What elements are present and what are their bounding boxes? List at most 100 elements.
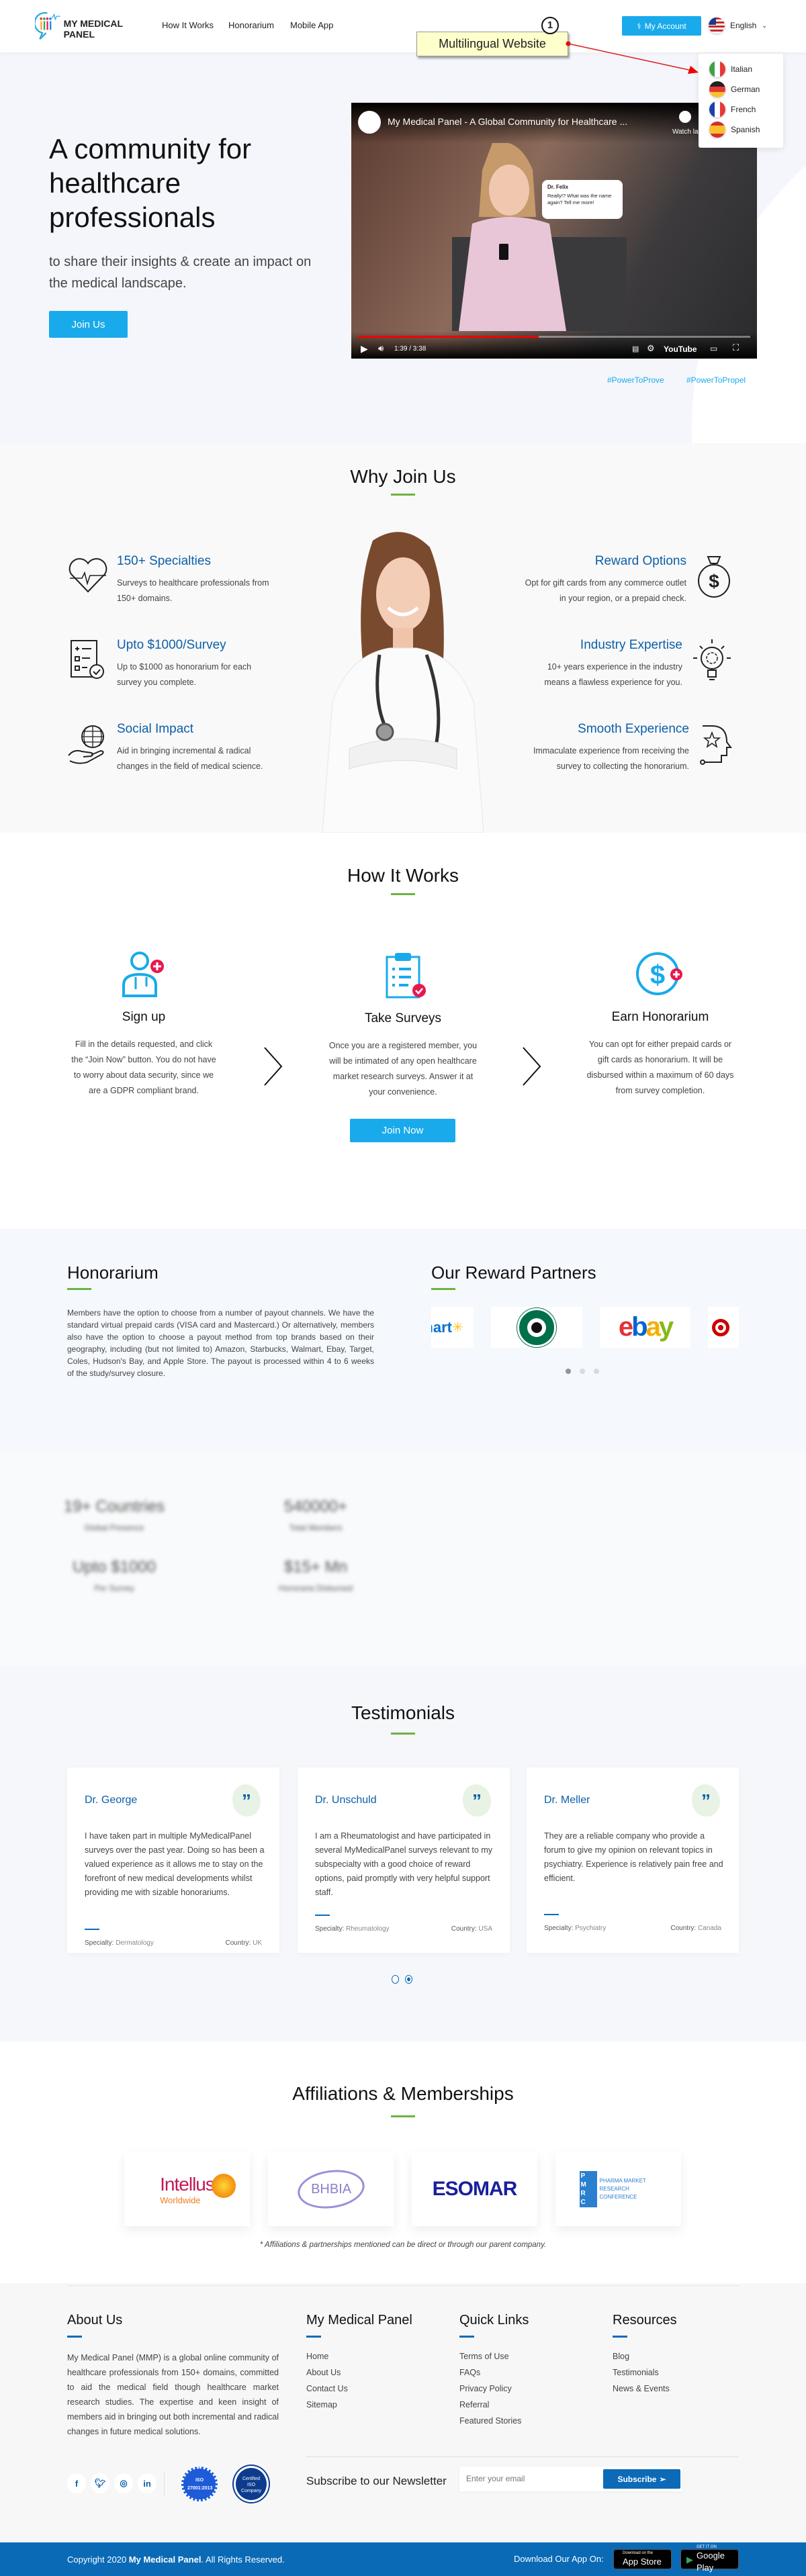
honorarium-title: Honorarium bbox=[67, 1262, 159, 1283]
channel-avatar[interactable] bbox=[358, 111, 381, 134]
step-earn-honorarium: $ Earn Honorarium You can opt for either… bbox=[583, 950, 737, 1099]
subtitles-icon[interactable]: ▤ bbox=[632, 344, 639, 353]
footer-column-title: Quick Links bbox=[459, 2313, 529, 2328]
footer-link[interactable]: Sitemap bbox=[306, 2400, 348, 2416]
settings-icon[interactable]: ⚙ bbox=[647, 343, 655, 354]
stethoscope-icon: ⚕ bbox=[637, 21, 641, 31]
target-logo bbox=[712, 1318, 729, 1336]
footer-link[interactable]: Privacy Policy bbox=[459, 2384, 521, 2400]
logo[interactable]: MY MEDICAL PANEL bbox=[35, 9, 149, 42]
title-underline bbox=[391, 494, 415, 496]
nav-honorarium[interactable]: Honorarium bbox=[228, 20, 274, 30]
affiliation-pmrc[interactable]: PMRC PHARMA MARKET RESEARCH CONFERENCE bbox=[555, 2152, 681, 2226]
footer-link[interactable]: Blog bbox=[613, 2352, 670, 2368]
footer-link[interactable]: Referral bbox=[459, 2400, 521, 2416]
affiliations-note: * Affiliations & partnerships mentioned … bbox=[259, 2241, 547, 2249]
footer-about-title: About Us bbox=[67, 2313, 123, 2328]
stat-honoraria: $15+ Mn Honoraria Disbursed bbox=[249, 1558, 383, 1593]
volume-icon[interactable]: 🔊︎ bbox=[378, 343, 384, 354]
copyright: Copyright 2020 My Medical Panel. All Rig… bbox=[67, 2555, 285, 2565]
social-facebook[interactable]: f bbox=[67, 2473, 86, 2493]
spain-flag-icon bbox=[709, 122, 725, 138]
carousel-dot[interactable] bbox=[594, 1369, 599, 1374]
footer-link-list: Blog Testimonials News & Events bbox=[613, 2352, 670, 2400]
video-player[interactable]: My Medical Panel - A Global Community fo… bbox=[351, 103, 757, 359]
video-title[interactable]: My Medical Panel - A Global Community fo… bbox=[388, 116, 627, 127]
cast-icon[interactable]: ▭ bbox=[710, 344, 717, 353]
footer-link[interactable]: Featured Stories bbox=[459, 2416, 521, 2432]
language-option-german[interactable]: German bbox=[699, 79, 783, 99]
stat-value: Upto $1000 bbox=[72, 1558, 156, 1576]
title-underline bbox=[431, 1288, 455, 1290]
bhbia-name: BHBIA bbox=[310, 2181, 351, 2197]
social-twitter[interactable]: 🐦︎ bbox=[91, 2473, 109, 2493]
step-title: Earn Honorarium bbox=[611, 1010, 709, 1024]
facebook-icon: f bbox=[75, 2478, 79, 2489]
nav-mobile-app[interactable]: Mobile App bbox=[290, 20, 333, 30]
social-instagram[interactable]: ◎ bbox=[114, 2473, 133, 2493]
partner-logo-walmart[interactable]: Walmart✳ bbox=[431, 1307, 474, 1348]
specialty-label: Specialty: bbox=[315, 1925, 345, 1933]
footer-link[interactable]: News & Events bbox=[613, 2384, 670, 2400]
footer-link[interactable]: About Us bbox=[306, 2368, 348, 2384]
germany-flag-icon bbox=[709, 81, 725, 97]
affiliation-intellus[interactable]: Intellus Worldwide bbox=[124, 2152, 250, 2226]
how-it-works-title: How It Works bbox=[347, 865, 459, 886]
join-us-button[interactable]: Join Us bbox=[49, 311, 128, 338]
hashtag-power-to-prove[interactable]: #PowerToProve bbox=[607, 375, 664, 385]
carousel-dot[interactable] bbox=[405, 1975, 412, 1984]
footer-link[interactable]: Contact Us bbox=[306, 2384, 348, 2400]
play-icon[interactable]: ▶ bbox=[361, 343, 368, 355]
iso-badge-27001: ISO 27001:2013 bbox=[181, 2467, 218, 2501]
footer-link[interactable]: Testimonials bbox=[613, 2368, 670, 2384]
footer-link[interactable]: FAQs bbox=[459, 2368, 521, 2384]
feature-150-specialties: 150+ Specialties Surveys to healthcare pr… bbox=[67, 554, 289, 606]
hashtag-power-to-propel[interactable]: #PowerToPropel bbox=[686, 375, 746, 385]
copyright-brand[interactable]: My Medical Panel bbox=[129, 2555, 202, 2565]
partner-logo-target[interactable] bbox=[708, 1307, 739, 1348]
language-selector[interactable]: English ⌄ bbox=[709, 17, 767, 34]
watch-later-icon[interactable] bbox=[679, 111, 691, 123]
partner-logo-ebay[interactable]: ebay bbox=[600, 1307, 690, 1348]
partner-logo-starbucks[interactable] bbox=[491, 1307, 582, 1348]
dollar-plus-icon: $ bbox=[636, 952, 682, 995]
footer-dash bbox=[459, 2336, 474, 2338]
video-progress-bar[interactable] bbox=[358, 336, 750, 338]
logo-text: MY MEDICAL PANEL bbox=[63, 18, 123, 40]
language-option-french[interactable]: French bbox=[699, 99, 783, 120]
my-account-button[interactable]: ⚕ My Account bbox=[622, 16, 701, 36]
affiliation-bhbia[interactable]: BHBIA bbox=[268, 2152, 394, 2226]
youtube-logo[interactable]: YouTube bbox=[664, 344, 697, 354]
testimonials-title: Testimonials bbox=[351, 1702, 455, 1723]
join-now-button[interactable]: Join Now bbox=[350, 1119, 455, 1142]
intellus-sub: Worldwide bbox=[160, 2195, 201, 2205]
annotation-arrow bbox=[566, 41, 699, 74]
social-linkedin[interactable]: in bbox=[138, 2473, 156, 2493]
walmart-spark-icon: ✳ bbox=[451, 1320, 463, 1335]
carousel-dot[interactable] bbox=[566, 1369, 571, 1374]
language-option-spanish[interactable]: Spanish bbox=[699, 120, 783, 140]
app-store-button[interactable]: Download on the App Store bbox=[613, 2549, 672, 2569]
affiliation-esomar[interactable]: ESOMAR bbox=[412, 2152, 537, 2226]
subscribe-button[interactable]: Subscribe ➢ bbox=[603, 2469, 680, 2489]
testimonial-name: Dr. Meller bbox=[544, 1794, 590, 1806]
nav-how-it-works[interactable]: How It Works bbox=[162, 20, 214, 30]
starbucks-logo bbox=[517, 1307, 556, 1347]
google-play-button[interactable]: ▶ GET IT ON Google Play bbox=[680, 2545, 739, 2572]
stat-members: 540000+ Total Members bbox=[249, 1498, 383, 1532]
fullscreen-icon[interactable]: ⛶ bbox=[733, 342, 739, 353]
feature-title: 150+ Specialties bbox=[117, 554, 211, 568]
newsletter-email-input[interactable] bbox=[466, 2472, 594, 2485]
stat-label: Per Survey bbox=[94, 1583, 134, 1593]
testimonial-text: I am a Rheumatologist and have participa… bbox=[315, 1831, 492, 1897]
feature-title: Upto $1000/Survey bbox=[117, 638, 226, 652]
carousel-dot[interactable] bbox=[392, 1975, 399, 1984]
doctor-image bbox=[322, 532, 484, 833]
footer-link[interactable]: Terms of Use bbox=[459, 2352, 521, 2368]
country-value: Canada bbox=[697, 1925, 721, 1932]
footer-link[interactable]: Home bbox=[306, 2352, 348, 2368]
testimonial-specialty: Specialty: Dermatology bbox=[85, 1939, 154, 1947]
carousel-dot[interactable] bbox=[580, 1369, 585, 1374]
feature-title: Smooth Experience bbox=[578, 722, 689, 736]
language-option-italian[interactable]: Italian bbox=[699, 59, 783, 79]
